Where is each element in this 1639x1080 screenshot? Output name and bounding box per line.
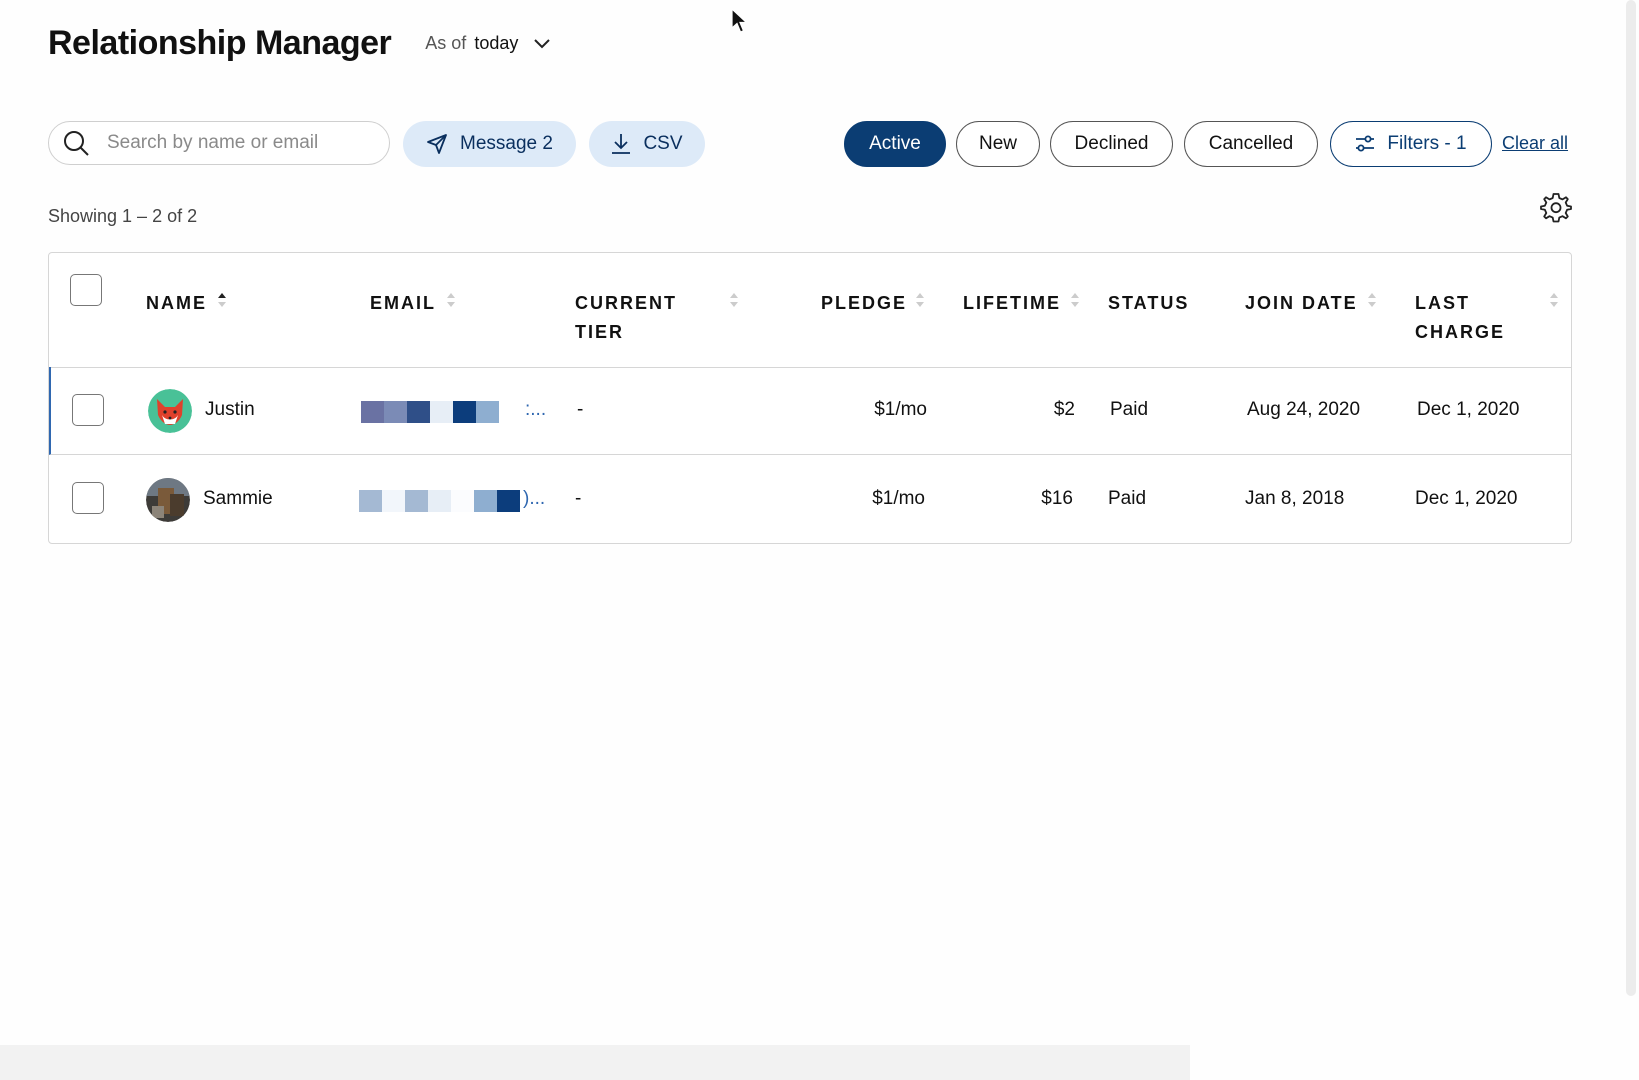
column-header-label: PLEDGE <box>821 293 908 313</box>
page-header: Relationship Manager As of today <box>48 24 551 63</box>
pledge-amount: $1/mo <box>874 399 927 420</box>
filter-active-pill[interactable]: Active <box>844 121 946 167</box>
filters-button[interactable]: Filters - 1 <box>1330 121 1492 167</box>
mouse-cursor-icon <box>731 7 749 34</box>
last-charge-date: Dec 1, 2020 <box>1415 488 1518 509</box>
email-truncated[interactable]: )... <box>523 488 545 510</box>
row-checkbox[interactable] <box>72 482 104 514</box>
table-header: NAME EMAIL CURRENT TIER PLEDGE LIFETIME … <box>49 253 1571 368</box>
email-redacted <box>361 401 499 423</box>
relationship-manager-page: Relationship Manager As of today Message… <box>0 0 1639 1080</box>
member-name[interactable]: Justin <box>205 399 255 421</box>
email-redacted <box>359 490 520 512</box>
avatar <box>146 478 190 522</box>
table-row[interactable]: Justin :... - $1/mo $2 Paid Aug 24, 2020… <box>49 367 1571 455</box>
sort-icon[interactable] <box>915 291 925 309</box>
column-header-label: LAST <box>1415 293 1470 313</box>
avatar <box>148 389 192 433</box>
search-icon <box>63 130 89 156</box>
lifetime-amount: $16 <box>1041 488 1073 509</box>
results-count: Showing 1 – 2 of 2 <box>48 206 198 226</box>
column-header-last-charge[interactable]: LAST CHARGE <box>1415 289 1505 347</box>
column-header-current-tier[interactable]: CURRENT TIER <box>575 289 677 347</box>
sort-icon[interactable] <box>1549 291 1559 309</box>
message-label: Message 2 <box>460 133 553 154</box>
toolbar: Message 2 CSV Active New Declined Cancel… <box>48 121 1575 167</box>
select-all-checkbox[interactable] <box>70 274 102 306</box>
download-icon <box>611 133 631 155</box>
column-header-join-date[interactable]: JOIN DATE <box>1245 289 1358 318</box>
filters-label: Filters - 1 <box>1387 133 1467 154</box>
column-header-email[interactable]: EMAIL <box>370 289 436 318</box>
sliders-icon <box>1355 135 1375 153</box>
join-date: Jan 8, 2018 <box>1245 488 1345 509</box>
last-charge-date: Dec 1, 2020 <box>1417 399 1520 420</box>
filter-new-pill[interactable]: New <box>956 121 1040 167</box>
chevron-down-icon <box>534 38 551 49</box>
column-header-label-line2: TIER <box>575 322 625 342</box>
search-input[interactable] <box>105 131 369 155</box>
vertical-scrollbar[interactable] <box>1626 0 1636 996</box>
column-header-label: STATUS <box>1108 293 1190 313</box>
page-title: Relationship Manager <box>48 24 392 62</box>
as-of-dropdown[interactable]: As of today <box>425 33 551 54</box>
column-header-label: JOIN DATE <box>1245 293 1358 313</box>
lifetime-amount: $2 <box>1053 399 1075 420</box>
member-name[interactable]: Sammie <box>203 488 273 510</box>
table-row[interactable]: Sammie )... - $1/mo $16 Paid Jan 8, 2018… <box>49 456 1571 544</box>
column-header-status: STATUS <box>1108 289 1189 318</box>
status-badge: Paid <box>1108 488 1147 509</box>
current-tier: - <box>575 488 582 509</box>
members-table: NAME EMAIL CURRENT TIER PLEDGE LIFETIME … <box>48 252 1572 544</box>
current-tier: - <box>577 399 584 420</box>
column-header-label: EMAIL <box>370 293 436 313</box>
search-box <box>48 121 390 165</box>
sort-icon[interactable] <box>446 291 456 309</box>
status-badge: Paid <box>1110 399 1149 420</box>
column-header-name[interactable]: NAME <box>146 289 207 318</box>
column-header-label: NAME <box>146 293 207 313</box>
csv-label: CSV <box>643 133 683 154</box>
sort-icon[interactable] <box>1367 291 1377 309</box>
csv-button[interactable]: CSV <box>589 121 705 167</box>
bottom-bar <box>0 1045 1190 1080</box>
column-header-label-line2: CHARGE <box>1415 322 1506 342</box>
sort-asc-icon[interactable] <box>217 291 227 309</box>
column-header-pledge[interactable]: PLEDGE <box>821 289 907 318</box>
sort-icon[interactable] <box>729 291 739 309</box>
gear-icon[interactable] <box>1540 191 1572 223</box>
email-truncated[interactable]: :... <box>525 399 546 421</box>
clear-all-link[interactable]: Clear all <box>1502 133 1568 154</box>
pledge-amount: $1/mo <box>872 488 925 509</box>
column-header-label: LIFETIME <box>963 293 1061 313</box>
send-icon <box>426 133 448 155</box>
column-header-lifetime[interactable]: LIFETIME <box>963 289 1061 318</box>
sort-icon[interactable] <box>1070 291 1080 309</box>
as-of-prefix: As of <box>425 33 467 53</box>
as-of-value: today <box>474 33 519 53</box>
column-header-label: CURRENT <box>575 293 677 313</box>
filter-cancelled-pill[interactable]: Cancelled <box>1184 121 1318 167</box>
filter-declined-pill[interactable]: Declined <box>1050 121 1173 167</box>
join-date: Aug 24, 2020 <box>1247 399 1361 420</box>
message-button[interactable]: Message 2 <box>403 121 576 167</box>
row-checkbox[interactable] <box>72 394 104 426</box>
